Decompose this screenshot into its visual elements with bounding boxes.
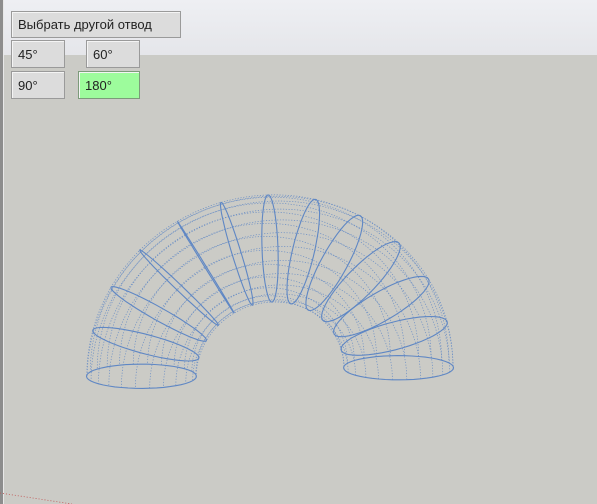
pipe-longitudinal-lines [86,194,454,389]
angle-60-button[interactable]: 60° [86,40,140,68]
angle-45-button[interactable]: 45° [11,40,65,68]
red-axis-line [0,492,73,504]
choose-other-bend-button[interactable]: Выбрать другой отвод [11,11,181,38]
angle-90-button[interactable]: 90° [11,71,65,99]
angle-180-button[interactable]: 180° [78,71,140,99]
